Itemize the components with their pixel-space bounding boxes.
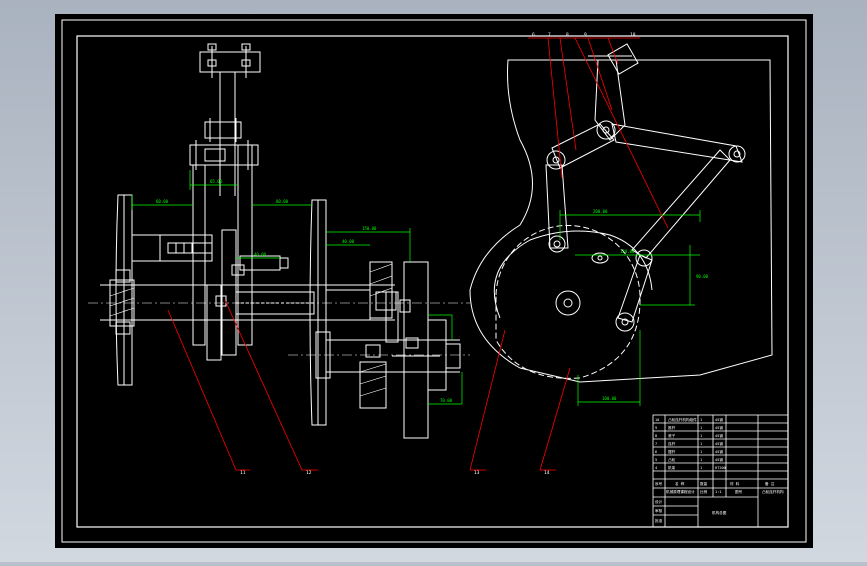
header-qty: 数量 [700,481,708,486]
parts-row-cell: 5 [655,458,657,462]
balloon-label: 7 [548,32,551,38]
parts-row-cell: 4 [655,466,657,470]
balloon-label: 11 [240,470,246,476]
scale-value: 1:1 [715,490,722,494]
dim-text: 40.00 [254,252,267,257]
parts-row-cell: 45钢 [715,433,723,438]
parts-row-cell: 8 [655,434,657,438]
balloon-label: 9 [584,32,587,38]
balloon-label: 12 [306,470,312,476]
balloon-label: 10 [630,32,636,38]
dim-text: 80.00 [276,199,289,204]
dim-text: 90.00 [696,274,709,279]
sheet-label: 图号 [735,489,743,494]
parts-row-cell: 推杆 [668,425,676,430]
balloon-label: 8 [566,32,569,38]
parts-row-cell: 45钢 [715,441,723,446]
cad-drawing: 60.00 80.00 65.00 150.00 40.00 40.00 200… [0,0,867,562]
parts-row-cell: 45钢 [715,417,723,422]
parts-row-cell: 摆杆 [668,449,676,454]
dim-text: 40.00 [342,239,355,244]
parts-row-cell: 1 [700,466,702,470]
parts-row-cell: 凸轮 [668,457,676,462]
parts-row-cell: 6 [655,450,657,454]
header-note: 备 注 [765,481,775,486]
parts-row-cell: 45钢 [715,449,723,454]
parts-row-cell: 1 [700,458,702,462]
parts-row-cell: 1 [700,426,702,430]
balloon-label: 14 [544,470,550,476]
dim-text: 200.00 [593,209,608,214]
scale-label: 比例 [700,489,708,494]
drawing-name: 机构总图 [712,510,727,515]
approve-label: 批准 [655,518,663,523]
cad-screen: 60.00 80.00 65.00 150.00 40.00 40.00 200… [0,0,867,562]
header-no: 序号 [655,481,663,486]
drawing-title: 凸轮连杆机构 [762,489,784,494]
school-label: 机械原理课程设计 [666,489,695,494]
parts-row-cell: 连杆 [668,441,676,446]
parts-row-cell: HT200 [715,466,726,470]
design-label: 设计 [655,499,663,504]
parts-row-cell: 1 [700,442,702,446]
balloon-label: 13 [474,470,480,476]
parts-row-cell: 机架 [668,465,676,470]
header-material: 材 料 [730,481,740,486]
dim-text: 120.00 [620,249,635,254]
parts-row-cell: 9 [655,426,657,430]
parts-row-cell: 1 [700,418,702,422]
dim-text: 60.00 [156,199,169,204]
dim-text: 100.00 [602,396,617,401]
dim-text: 150.00 [362,226,377,231]
parts-row-cell: 45钢 [715,457,723,462]
dim-text: 70.00 [440,398,453,403]
dim-text: 65.00 [210,179,223,184]
parts-row-cell: 7 [655,442,657,446]
parts-row-cell: 1 [700,434,702,438]
header-name: 名 称 [675,481,685,486]
parts-row-cell: 45钢 [715,425,723,430]
parts-row-cell: 凸轮连杆机构组件 [668,417,697,422]
check-label: 审核 [655,508,663,513]
parts-row-cell: 滚子 [668,433,676,438]
parts-row-cell: 1 [700,450,702,454]
balloon-label: 6 [532,32,535,38]
parts-row-cell: 10 [655,418,659,422]
